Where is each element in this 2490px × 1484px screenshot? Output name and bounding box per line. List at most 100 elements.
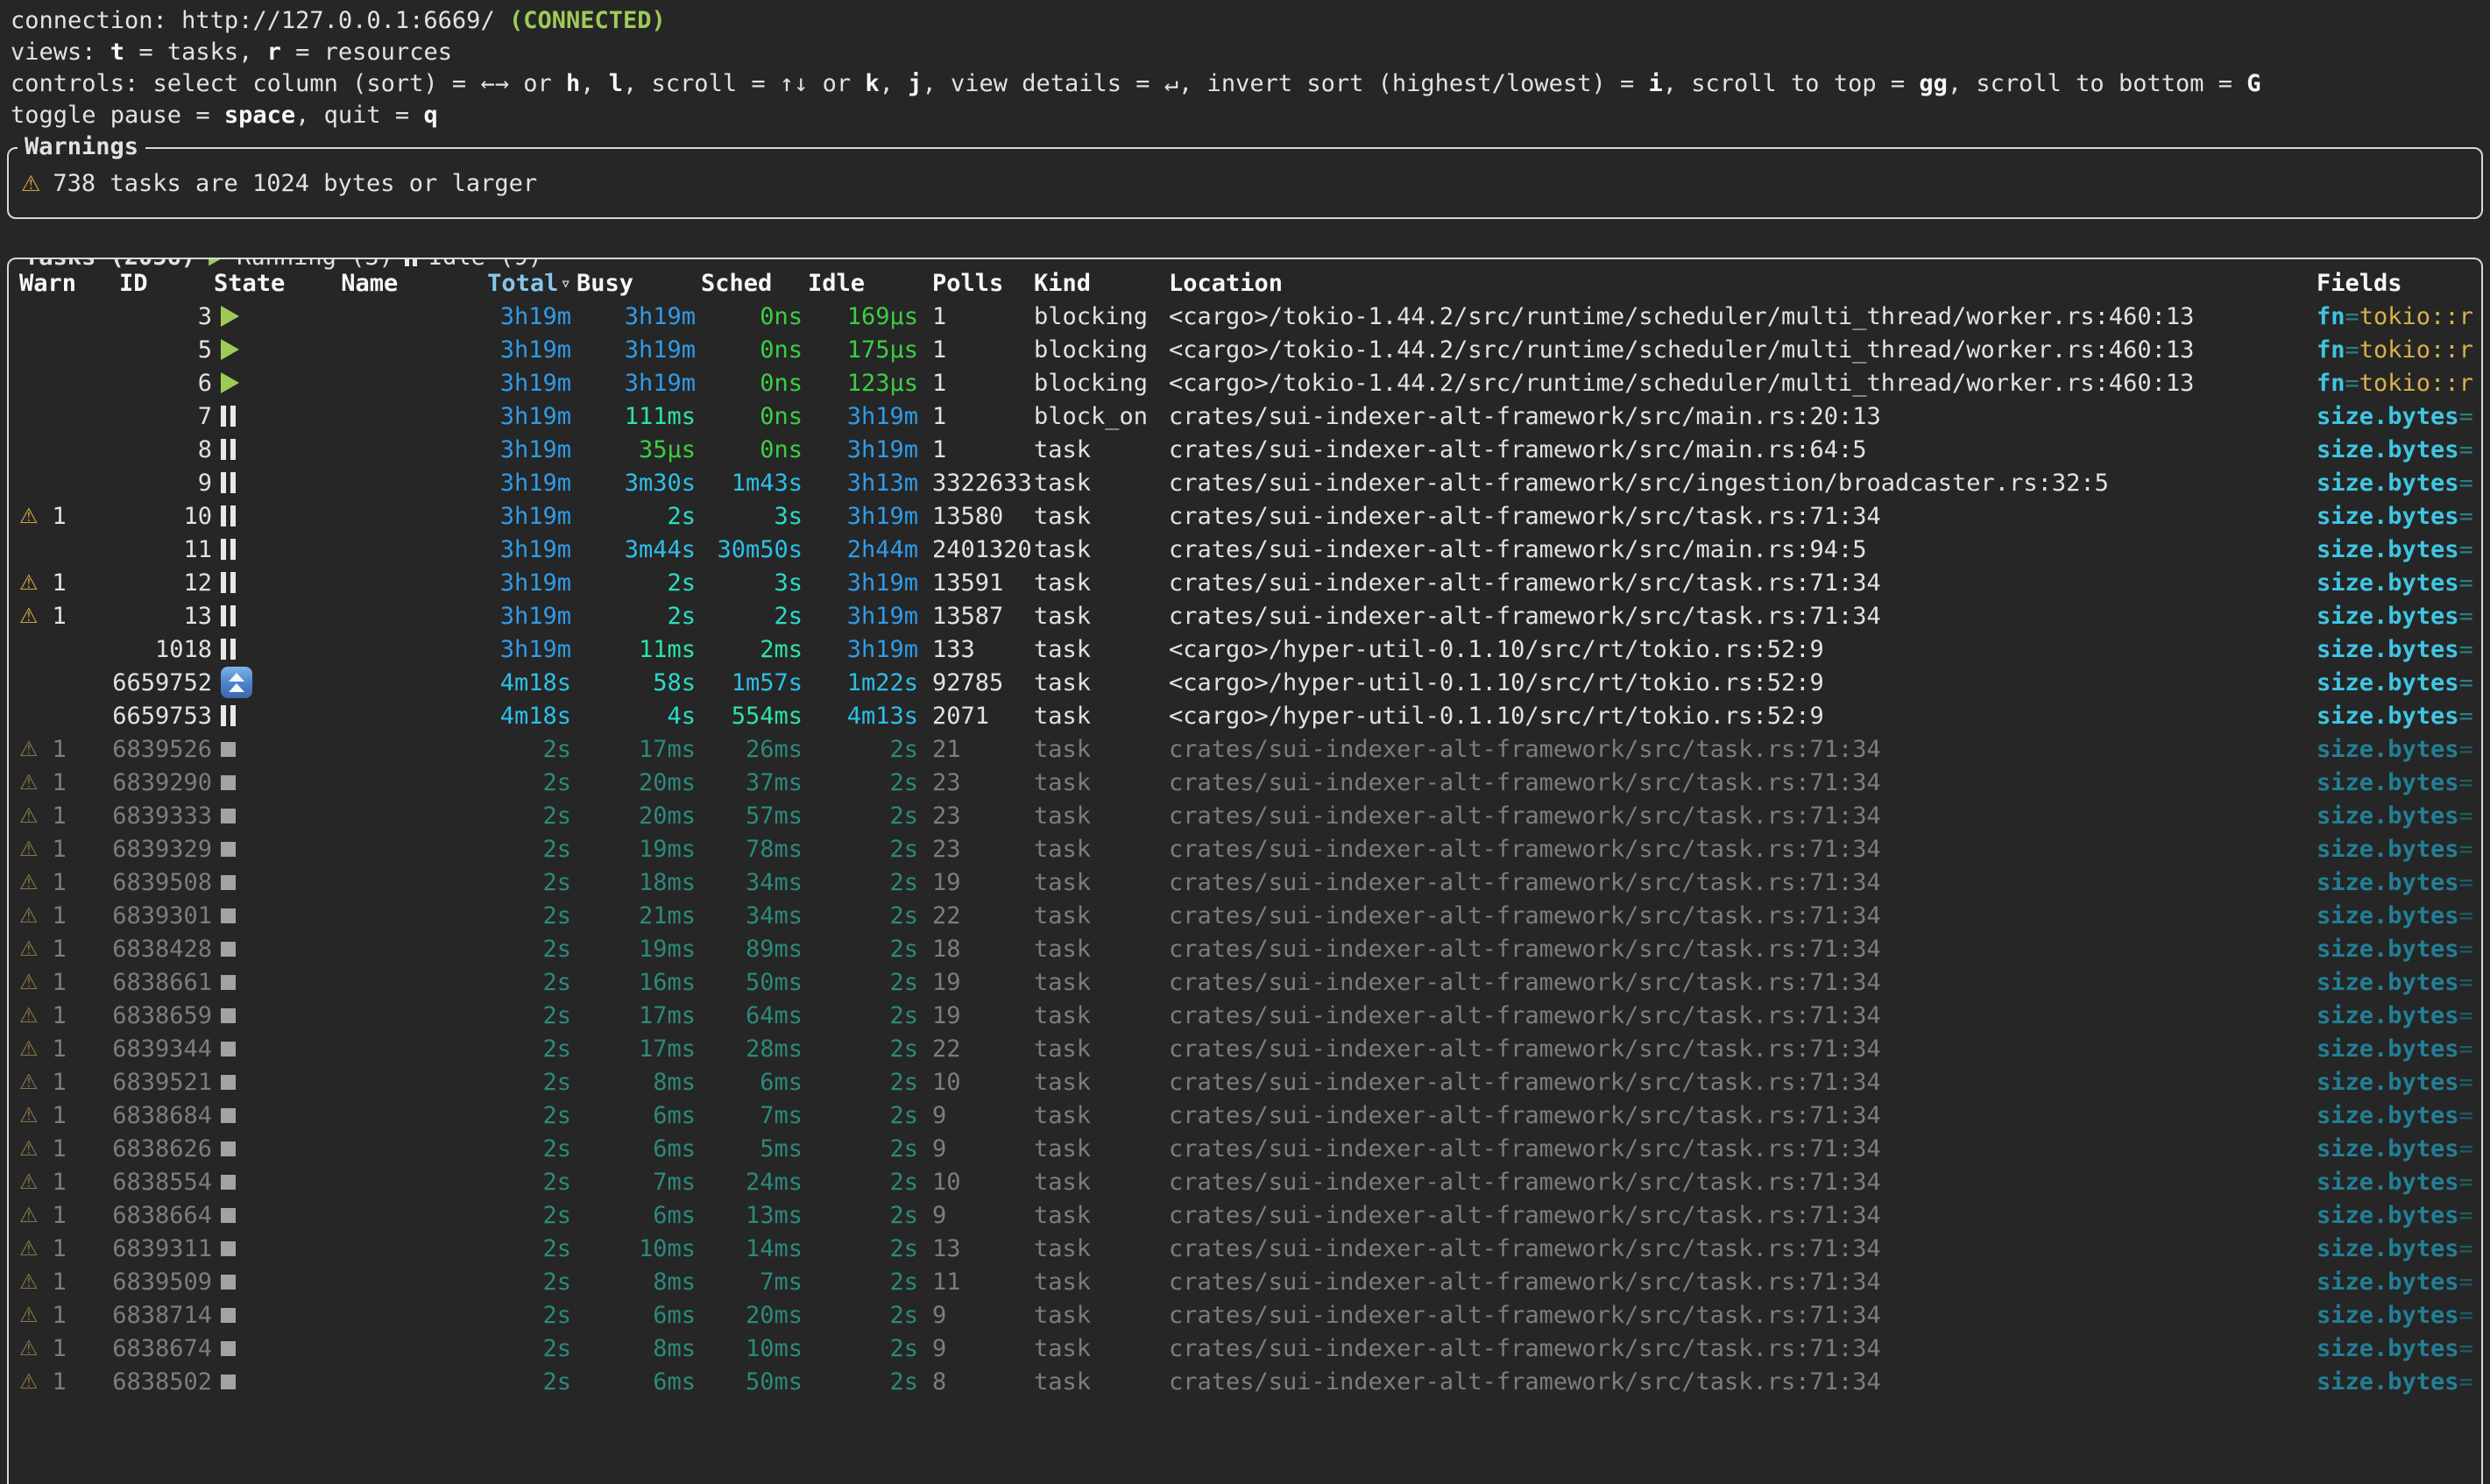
task-row[interactable]: ⚠168393292s19ms78ms2s23taskcrates/sui-in… — [9, 832, 2481, 866]
task-row[interactable]: 83h19m35µs0ns3h19m1taskcrates/sui-indexe… — [9, 433, 2481, 466]
task-row[interactable]: 10183h19m11ms2ms3h19m133task<cargo>/hype… — [9, 632, 2481, 666]
task-fields: size.bytes= — [2317, 1135, 2481, 1162]
busy-duration: 2s — [571, 569, 696, 597]
task-row[interactable]: 53h19m3h19m0ns175µs1blocking<cargo>/toki… — [9, 333, 2481, 366]
total-duration: 3h19m — [365, 636, 571, 663]
task-row[interactable]: ⚠1103h19m2s3s3h19m13580taskcrates/sui-in… — [9, 499, 2481, 533]
column-header-idle[interactable]: Idle — [803, 270, 918, 297]
task-row[interactable]: ⚠168392902s20ms37ms2s23taskcrates/sui-in… — [9, 766, 2481, 799]
field-separator: = — [2459, 503, 2473, 530]
busy-value: 6ms — [653, 1102, 696, 1129]
task-row[interactable]: ⚠168395262s17ms26ms2s21taskcrates/sui-in… — [9, 732, 2481, 766]
sched-duration: 78ms — [696, 836, 803, 863]
task-row[interactable]: ⚠1123h19m2s3s3h19m13591taskcrates/sui-in… — [9, 566, 2481, 599]
task-location: crates/sui-indexer-alt-framework/src/tas… — [1169, 1135, 2317, 1162]
task-row[interactable]: 66597534m18s4s554ms4m13s2071task<cargo>/… — [9, 699, 2481, 732]
pause-quit-help-line: toggle pause = space, quit = q — [11, 100, 2490, 131]
column-header-id[interactable]: ID — [107, 270, 212, 297]
column-header-sched[interactable]: Sched — [696, 270, 803, 297]
column-header-busy[interactable]: Busy — [571, 270, 696, 297]
task-fields: size.bytes= — [2317, 569, 2481, 597]
field-key: size.bytes — [2317, 436, 2459, 463]
task-location: crates/sui-indexer-alt-framework/src/tas… — [1169, 1202, 2317, 1229]
text-segment: , scroll = — [623, 70, 780, 97]
column-header-warn[interactable]: Warn — [16, 270, 107, 297]
task-row[interactable]: ⚠168386742s8ms10ms2s9taskcrates/sui-inde… — [9, 1332, 2481, 1365]
busy-duration: 8ms — [571, 1335, 696, 1362]
task-row[interactable]: ⚠168386592s17ms64ms2s19taskcrates/sui-in… — [9, 999, 2481, 1032]
task-row[interactable]: ⚠168387142s6ms20ms2s9taskcrates/sui-inde… — [9, 1298, 2481, 1332]
sched-value: 6ms — [760, 1069, 803, 1096]
text-segment: or — [808, 70, 865, 97]
column-header-kind[interactable]: Kind — [1034, 270, 1169, 297]
task-row[interactable]: ⚠168393012s21ms34ms2s22taskcrates/sui-in… — [9, 899, 2481, 932]
column-header-fields[interactable]: Fields — [2317, 270, 2481, 297]
task-row[interactable]: ⚠168386262s6ms5ms2s9taskcrates/sui-index… — [9, 1132, 2481, 1165]
stopped-state-icon — [221, 1075, 236, 1090]
task-kind: task — [1034, 636, 1169, 663]
sched-value: 89ms — [746, 936, 803, 963]
idle-value: 2s — [889, 802, 918, 830]
task-row[interactable]: 66597524m18s58s1m57s1m22s92785task<cargo… — [9, 666, 2481, 699]
task-row[interactable]: ⚠168395082s18ms34ms2s19taskcrates/sui-in… — [9, 866, 2481, 899]
task-row[interactable]: ⚠168385542s7ms24ms2s10taskcrates/sui-ind… — [9, 1165, 2481, 1198]
total-value: 3h19m — [500, 503, 571, 530]
column-header-total-sorted[interactable]: Total▿ — [365, 270, 571, 297]
idle-duration: 2s — [803, 836, 918, 863]
busy-value: 2s — [667, 503, 696, 530]
task-kind: task — [1034, 1102, 1169, 1129]
task-row[interactable]: 113h19m3m44s30m50s2h44m2401320taskcrates… — [9, 533, 2481, 566]
total-duration: 2s — [365, 1202, 571, 1229]
task-fields: fn=tokio::r — [2317, 370, 2481, 397]
warn-cell: ⚠1 — [16, 603, 107, 630]
task-fields: size.bytes= — [2317, 703, 2481, 730]
stopped-state-icon — [221, 875, 236, 890]
idle-count-label: Idle (9) — [428, 258, 542, 273]
column-header-location[interactable]: Location — [1169, 270, 2317, 297]
task-row[interactable]: ⚠168393112s10ms14ms2s13taskcrates/sui-in… — [9, 1232, 2481, 1265]
task-row[interactable]: ⚠1133h19m2s2s3h19m13587taskcrates/sui-in… — [9, 599, 2481, 632]
task-row[interactable]: ⚠168386842s6ms7ms2s9taskcrates/sui-index… — [9, 1099, 2481, 1132]
task-row[interactable]: ⚠168385022s6ms50ms2s8taskcrates/sui-inde… — [9, 1365, 2481, 1398]
state-cell — [212, 1008, 265, 1023]
total-value: 3h19m — [500, 336, 571, 364]
task-row[interactable]: 73h19m111ms0ns3h19m1block_oncrates/sui-i… — [9, 399, 2481, 433]
stopped-state-icon — [221, 842, 236, 857]
task-kind: task — [1034, 802, 1169, 830]
field-separator: = — [2459, 436, 2473, 463]
stopped-state-icon — [221, 1308, 236, 1323]
task-row[interactable]: ⚠168395212s8ms6ms2s10taskcrates/sui-inde… — [9, 1065, 2481, 1099]
warn-cell: ⚠1 — [16, 1169, 107, 1196]
column-header-polls[interactable]: Polls — [918, 270, 1034, 297]
task-fields: size.bytes= — [2317, 1302, 2481, 1329]
task-row[interactable]: ⚠168386642s6ms13ms2s9taskcrates/sui-inde… — [9, 1198, 2481, 1232]
task-location: crates/sui-indexer-alt-framework/src/tas… — [1169, 736, 2317, 763]
stopped-state-icon — [221, 1341, 236, 1356]
state-cell — [212, 875, 265, 890]
task-row[interactable]: 93h19m3m30s1m43s3h13m3322633taskcrates/s… — [9, 466, 2481, 499]
text-segment: toggle pause = — [11, 102, 224, 129]
warn-cell: ⚠1 — [16, 736, 107, 763]
task-row[interactable]: ⚠168393442s17ms28ms2s22taskcrates/sui-in… — [9, 1032, 2481, 1065]
task-row[interactable]: ⚠168384282s19ms89ms2s18taskcrates/sui-in… — [9, 932, 2481, 965]
task-id: 6838674 — [107, 1335, 212, 1362]
stopped-state-icon — [221, 1275, 236, 1290]
task-row[interactable]: 63h19m3h19m0ns123µs1blocking<cargo>/toki… — [9, 366, 2481, 399]
task-row[interactable]: ⚠168386612s16ms50ms2s19taskcrates/sui-in… — [9, 965, 2481, 999]
task-id: 1018 — [107, 636, 212, 663]
task-row[interactable]: 33h19m3h19m0ns169µs1blocking<cargo>/toki… — [9, 300, 2481, 333]
polls-count: 9 — [918, 1102, 1034, 1129]
text-segment: , — [580, 70, 609, 97]
busy-value: 35µs — [639, 436, 696, 463]
field-key: size.bytes — [2317, 503, 2459, 530]
column-header-state[interactable]: State Name — [212, 270, 365, 297]
field-key: size.bytes — [2317, 836, 2459, 863]
field-separator: = — [2459, 403, 2473, 430]
total-value: 2s — [542, 902, 571, 929]
busy-value: 3m30s — [625, 470, 696, 497]
busy-duration: 2s — [571, 603, 696, 630]
stopped-state-icon — [221, 1175, 236, 1190]
task-row[interactable]: ⚠168395092s8ms7ms2s11taskcrates/sui-inde… — [9, 1265, 2481, 1298]
task-kind: task — [1034, 902, 1169, 929]
task-row[interactable]: ⚠168393332s20ms57ms2s23taskcrates/sui-in… — [9, 799, 2481, 832]
